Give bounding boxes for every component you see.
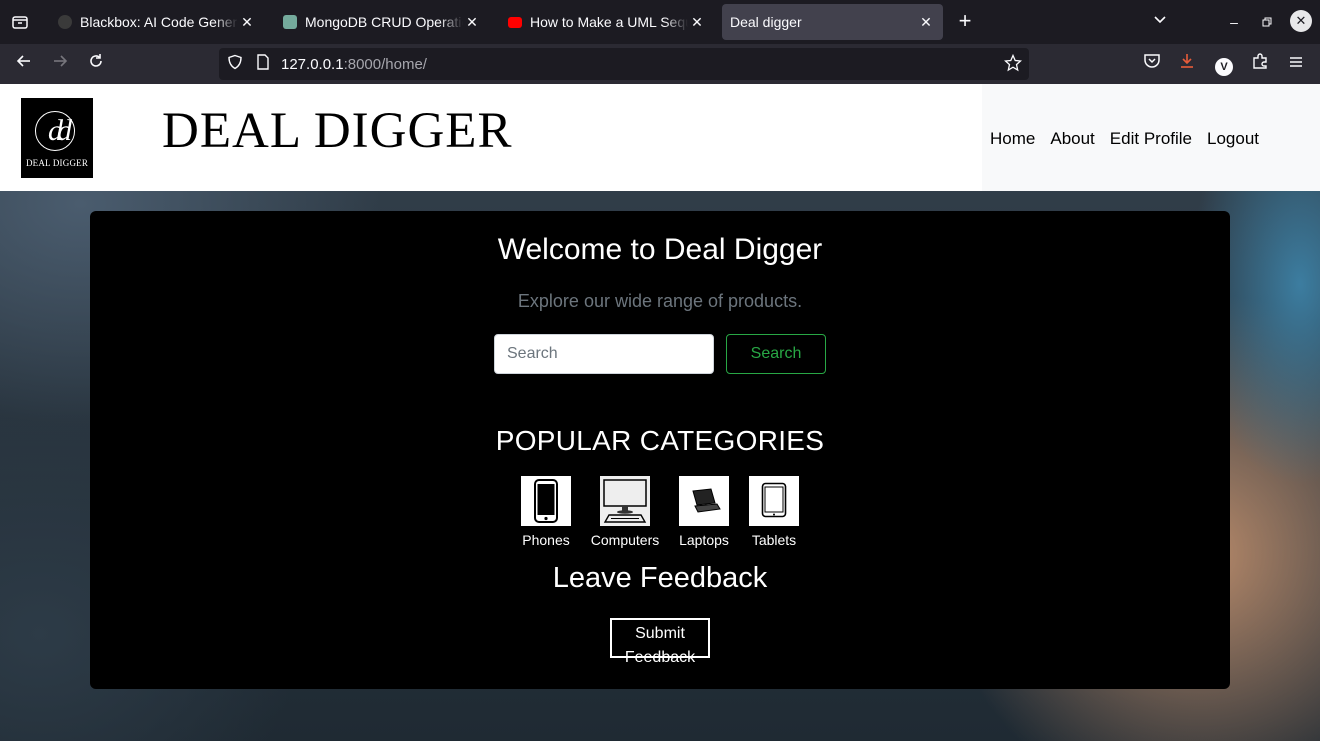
tab-title: MongoDB CRUD Operations — [305, 14, 463, 30]
logo[interactable]: dd DEAL DIGGER — [21, 98, 93, 178]
profile-button[interactable]: V — [1212, 52, 1236, 76]
feedback-heading: Leave Feedback — [552, 562, 768, 594]
close-icon[interactable]: ✕ — [463, 14, 481, 31]
new-tab-button[interactable]: + — [953, 9, 977, 33]
url-host: 127.0.0.1 — [281, 56, 344, 73]
minimize-icon: – — [1230, 14, 1238, 30]
tab-mongodb[interactable]: MongoDB CRUD Operations ✕ — [273, 4, 489, 40]
search-input[interactable] — [494, 334, 714, 374]
maximize-button[interactable] — [1255, 10, 1279, 34]
menu-icon — [1290, 57, 1302, 67]
close-icon: ✕ — [1295, 13, 1307, 28]
computer-icon[interactable] — [600, 476, 650, 526]
close-icon[interactable]: ✕ — [917, 14, 935, 31]
submit-feedback-button[interactable]: Submit Feedback — [610, 618, 710, 666]
reload-button[interactable] — [84, 52, 108, 76]
tab-title: How to Make a UML Sequence Diagram — [530, 14, 688, 30]
download-icon — [1181, 54, 1193, 68]
nav-edit-profile[interactable]: Edit Profile — [1110, 129, 1192, 149]
tagline: Explore our wide range of products. — [517, 291, 803, 311]
pocket-icon — [1144, 54, 1160, 68]
close-icon[interactable]: ✕ — [238, 14, 256, 31]
list-all-tabs-button[interactable] — [1148, 10, 1172, 34]
main-card: Welcome to Deal Digger Explore our wide … — [90, 211, 1230, 689]
site-title: DEAL DIGGER — [162, 103, 513, 159]
tab-blackbox[interactable]: Blackbox: AI Code Generation, Code Chat,… — [48, 4, 264, 40]
pocket-button[interactable] — [1140, 52, 1164, 76]
blackbox-favicon-icon — [58, 15, 72, 29]
plus-icon: + — [958, 8, 972, 33]
tab-title: Blackbox: AI Code Generation, Code Chat,… — [80, 14, 238, 30]
laptop-icon[interactable] — [679, 476, 729, 526]
nav-home[interactable]: Home — [990, 129, 1035, 149]
close-window-button[interactable]: ✕ — [1290, 10, 1312, 32]
main-nav: Home About Edit Profile Logout — [990, 129, 1274, 149]
site-header: dd DEAL DIGGER DEAL DIGGER Home About Ed… — [0, 84, 1320, 191]
search-button[interactable]: Search — [726, 334, 826, 374]
tab-bar: Blackbox: AI Code Generation, Code Chat,… — [0, 0, 1320, 44]
category-label: Tablets — [751, 532, 797, 548]
category-label: Laptops — [679, 532, 729, 548]
star-icon[interactable] — [1003, 53, 1023, 74]
tab-youtube[interactable]: How to Make a UML Sequence Diagram ✕ — [498, 4, 714, 40]
reload-icon — [90, 54, 102, 67]
tablet-icon[interactable] — [749, 476, 799, 526]
category-label: Computers — [590, 532, 660, 548]
youtube-favicon-icon — [508, 16, 522, 28]
forward-button[interactable] — [48, 52, 72, 76]
extensions-button[interactable] — [1248, 52, 1272, 76]
page-icon[interactable] — [253, 54, 273, 74]
back-icon — [16, 55, 30, 67]
back-button[interactable] — [12, 52, 36, 76]
category-tablets[interactable]: Tablets — [742, 476, 806, 548]
app-menu-button[interactable] — [1284, 52, 1308, 76]
nav-about[interactable]: About — [1050, 129, 1094, 149]
tab-title: Deal digger — [730, 14, 802, 30]
url-text[interactable]: 127.0.0.1:8000/home/ — [281, 56, 427, 73]
close-icon[interactable]: ✕ — [688, 14, 706, 31]
page-content: dd DEAL DIGGER DEAL DIGGER Home About Ed… — [0, 84, 1320, 741]
category-laptops[interactable]: Laptops — [672, 476, 736, 548]
category-computers[interactable]: Computers — [587, 476, 663, 548]
phone-icon[interactable] — [521, 476, 571, 526]
logo-text: DEAL DIGGER — [25, 158, 89, 168]
tab-deal-digger[interactable]: Deal digger ✕ — [722, 4, 943, 40]
category-phones[interactable]: Phones — [514, 476, 578, 548]
shield-icon[interactable] — [225, 54, 245, 74]
url-bar[interactable]: 127.0.0.1:8000/home/ — [219, 48, 1029, 80]
tab-list-button[interactable] — [0, 0, 40, 44]
chatgpt-favicon-icon — [283, 15, 297, 29]
profile-icon: V — [1215, 58, 1233, 76]
tab-list-icon — [12, 16, 28, 29]
nav-logout[interactable]: Logout — [1207, 129, 1259, 149]
url-path: :8000/home/ — [343, 56, 427, 73]
minimize-button[interactable]: – — [1222, 10, 1246, 34]
category-label: Phones — [522, 532, 570, 548]
categories-heading: POPULAR CATEGORIES — [495, 425, 825, 456]
chevron-down-icon — [1154, 16, 1166, 24]
forward-icon — [54, 55, 68, 67]
downloads-button[interactable] — [1175, 52, 1199, 76]
logo-monogram: dd — [48, 114, 72, 147]
welcome-heading: Welcome to Deal Digger — [497, 233, 823, 266]
extensions-icon — [1253, 53, 1267, 69]
restore-icon — [1262, 17, 1272, 27]
